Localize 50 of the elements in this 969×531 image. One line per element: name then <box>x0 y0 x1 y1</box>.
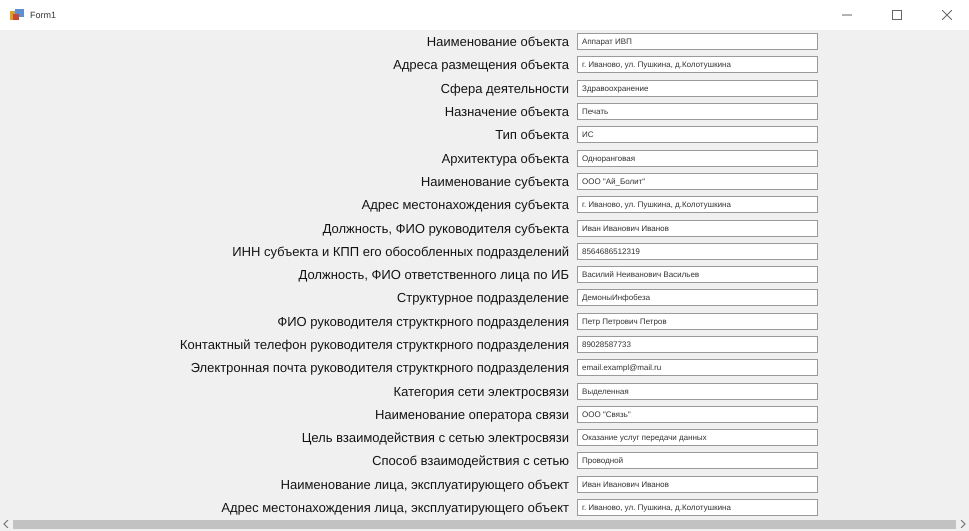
input-field[interactable]: Аппарат ИВП <box>577 33 818 50</box>
field-label: Назначение объекта <box>444 104 569 120</box>
input-field[interactable]: Выделенная <box>577 382 818 400</box>
input-field[interactable]: ДемоныИнфобеза <box>577 289 818 306</box>
input-field[interactable]: Петр Петрович Петров <box>577 312 818 330</box>
scroll-right-icon[interactable] <box>960 520 966 528</box>
input-field[interactable]: Проводной <box>577 452 818 470</box>
field-label: Наименование субъекта <box>420 174 569 189</box>
input-field[interactable]: г. Иваново, ул. Пушкина, д.Колотушкина <box>577 499 818 516</box>
field-label: ИНН субъекта и КПП его обособленных подразделений <box>231 244 569 259</box>
input-field[interactable]: Иван Иванович Иванов <box>577 220 818 237</box>
field-label: Архитектура объекта <box>440 150 569 166</box>
scroll-left-icon[interactable] <box>3 520 9 528</box>
window-title: Form1 <box>30 10 58 20</box>
field-label: Сфера деятельности <box>440 80 569 96</box>
field-label: Электронная почта руководителя структкрного подразделения <box>190 360 569 376</box>
input-field[interactable]: г. Иваново, ул. Пушкина, д.Колотушкина <box>577 196 818 214</box>
field-label: Структурное подразделение <box>396 290 569 306</box>
input-field[interactable]: email.exampl@mail.ru <box>577 359 818 376</box>
input-field[interactable]: 8564686512319 <box>577 242 818 260</box>
field-label: Наименование оператора связи <box>374 406 569 422</box>
field-label: Наименование лица, эксплуатирующего объект <box>280 476 569 492</box>
input-field[interactable]: Иван Иванович Иванов <box>577 476 818 493</box>
field-label: Наименование объекта <box>426 34 569 50</box>
field-label: Должность, ФИО ответственного лица по ИБ <box>298 267 569 282</box>
horizontal-scrollbar[interactable] <box>0 517 969 531</box>
field-label: Адрес местонахождения лица, эксплуатирующего объект <box>220 500 569 516</box>
scrollbar-thumb[interactable] <box>13 520 956 528</box>
input-field[interactable]: ООО "Связь" <box>577 406 818 423</box>
field-label: Способ взаимодействия с сетью <box>371 453 569 468</box>
field-label: Должность, ФИО руководителя субъекта <box>322 220 569 236</box>
field-label: Цель взаимодействия с сетью электросвязи <box>300 430 569 446</box>
field-label: Тип объекта <box>494 127 569 142</box>
field-label: Адрес местонахождения субъекта <box>360 197 569 212</box>
maximize-icon <box>892 10 902 20</box>
close-icon <box>942 10 952 20</box>
input-field[interactable]: Здравоохранение <box>577 80 818 97</box>
field-label: Категория сети электросвязи <box>392 384 569 399</box>
field-label: ФИО руководителя структкрного подразделения <box>276 314 569 329</box>
input-field[interactable]: ООО "Ай_Болит" <box>577 172 818 190</box>
input-field[interactable]: 89028587733 <box>577 336 818 353</box>
app-icon <box>10 9 24 21</box>
input-field[interactable]: г. Иваново, ул. Пушкина, д.Колотушкина <box>577 56 818 74</box>
input-field[interactable]: ИС <box>577 126 818 144</box>
input-field[interactable]: Одноранговая <box>577 150 818 167</box>
field-label: Контактный телефон руководителя структкрного подразделения <box>178 337 569 352</box>
input-field[interactable]: Василий Неиванович Васильев <box>577 266 818 284</box>
input-field[interactable]: Оказание услуг передачи данных <box>577 429 818 446</box>
field-label: Адреса размещения объекта <box>392 57 569 72</box>
input-field[interactable]: Печать <box>577 103 818 120</box>
